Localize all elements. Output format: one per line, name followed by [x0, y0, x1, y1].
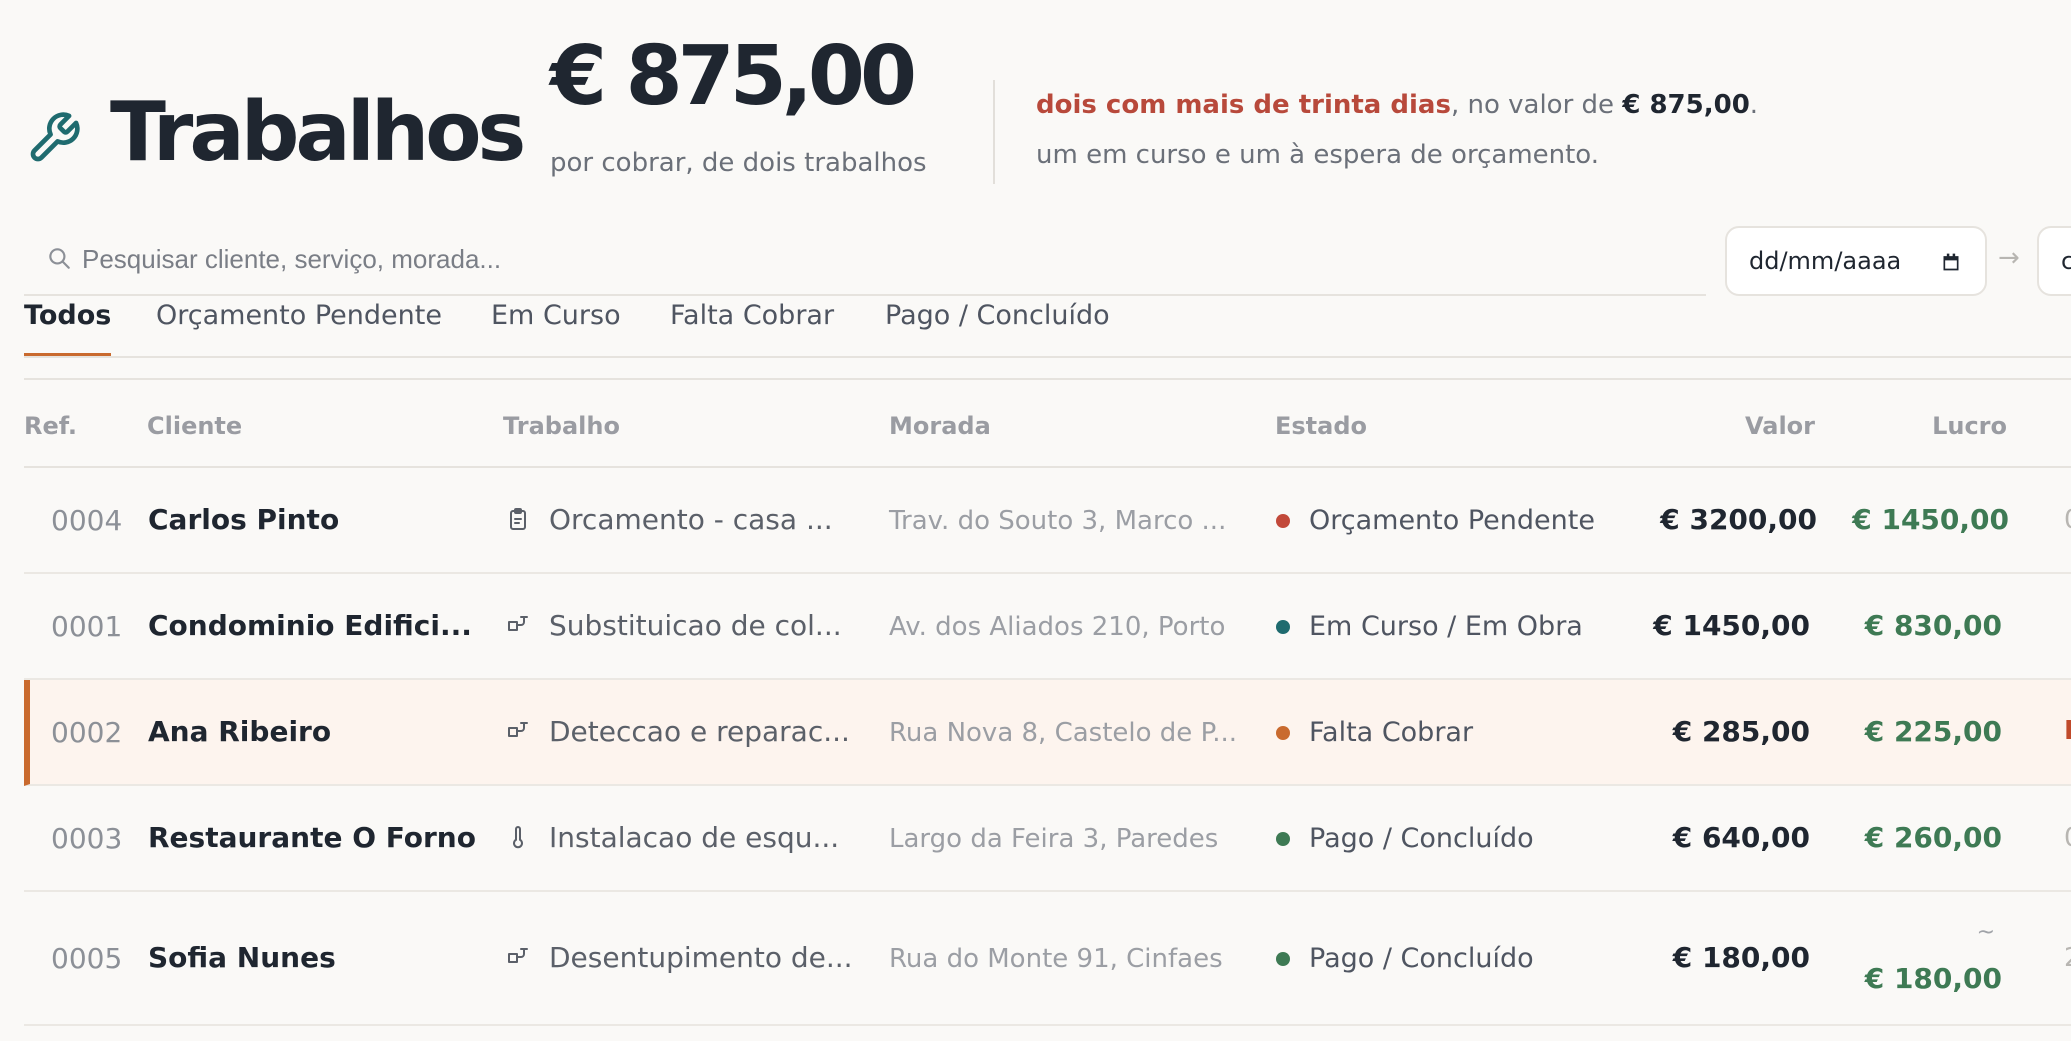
table-row[interactable]: 0004 Carlos Pinto Orcamento - casa ... T…	[24, 468, 2071, 574]
row-address: Rua Nova 8, Castelo de P...	[889, 718, 1237, 748]
row-address: Trav. do Souto 3, Marco ...	[889, 506, 1227, 536]
row-lucro: € 1450,00	[1852, 503, 2009, 536]
status-dot	[1276, 952, 1290, 966]
status-dot	[1276, 620, 1290, 634]
date-from-input[interactable]: dd/mm/aaaa	[1725, 226, 1987, 296]
table-row[interactable]: 0005 Sofia Nunes Desentupimento de... Ru…	[24, 892, 2071, 1026]
clipboard-icon	[510, 508, 526, 530]
row-valor: € 640,00	[1672, 821, 1810, 854]
tab-todos[interactable]: Todos	[24, 298, 112, 358]
status-dot	[1276, 832, 1290, 846]
row-valor: € 285,00	[1672, 715, 1810, 748]
search-icon	[49, 248, 70, 269]
row-lucro: € 830,00	[1864, 609, 2002, 642]
pipe-icon	[508, 722, 528, 737]
row-extra: H	[2064, 716, 2071, 746]
row-ref: 0004	[51, 504, 123, 537]
pipe-icon	[508, 948, 528, 963]
col-morada[interactable]: Morada	[889, 412, 991, 440]
status-summary: um em curso e um à espera de orçamento.	[1036, 140, 1600, 170]
row-client: Restaurante O Forno	[148, 821, 476, 854]
row-job: Substituicao de col...	[549, 609, 842, 642]
row-client: Condominio Edifici...	[148, 609, 472, 642]
col-trabalho[interactable]: Trabalho	[503, 412, 620, 440]
row-extra: 2	[2064, 943, 2071, 973]
date-to-input[interactable]: c	[2037, 226, 2071, 296]
row-address: Largo da Feira 3, Paredes	[889, 824, 1219, 854]
row-lucro-approx: ~	[1976, 920, 1995, 945]
calendar-icon[interactable]	[1941, 252, 1961, 272]
col-estado[interactable]: Estado	[1275, 412, 1367, 440]
table-row[interactable]: 0002 Ana Ribeiro Deteccao e reparac... R…	[24, 680, 2071, 786]
row-job: Desentupimento de...	[549, 941, 853, 974]
row-job: Orcamento - casa ...	[549, 503, 833, 536]
row-valor: € 1450,00	[1653, 609, 1810, 642]
row-state: Pago / Concluído	[1309, 823, 1534, 854]
row-state: Orçamento Pendente	[1309, 505, 1595, 536]
col-cliente[interactable]: Cliente	[147, 412, 242, 440]
col-valor[interactable]: Valor	[1745, 412, 1815, 440]
tab-em-curso[interactable]: Em Curso	[491, 298, 621, 358]
pipe-icon	[508, 616, 528, 631]
row-client: Ana Ribeiro	[148, 715, 332, 748]
tabs-divider	[24, 356, 2071, 358]
row-lucro: € 260,00	[1864, 821, 2002, 854]
overdue-summary: dois com mais de trinta dias, no valor d…	[1036, 90, 1759, 120]
status-dot	[1276, 726, 1290, 740]
col-lucro[interactable]: Lucro	[1932, 412, 2007, 440]
header-divider	[993, 80, 995, 184]
row-job: Instalacao de esqu...	[549, 821, 840, 854]
wrench-icon	[30, 112, 80, 162]
row-ref: 0005	[51, 942, 123, 975]
row-state: Em Curso / Em Obra	[1309, 611, 1583, 642]
overdue-amount: € 875,00	[1622, 90, 1750, 120]
row-valor: € 180,00	[1672, 941, 1810, 974]
row-ref: 0003	[51, 822, 123, 855]
search-input[interactable]	[82, 236, 1682, 282]
date-from-placeholder: dd/mm/aaaa	[1749, 247, 1902, 275]
page-title: Trabalhos	[110, 85, 526, 180]
status-dot	[1276, 514, 1290, 528]
date-range-arrow: →	[1998, 243, 2020, 273]
row-address: Av. dos Aliados 210, Porto	[889, 612, 1226, 642]
table-row[interactable]: 0001 Condominio Edifici... Substituicao …	[24, 574, 2071, 680]
outstanding-amount: € 875,00	[550, 29, 917, 124]
row-state: Falta Cobrar	[1309, 717, 1474, 748]
row-client: Carlos Pinto	[148, 503, 340, 536]
table-top-divider	[24, 378, 2071, 380]
date-to-placeholder: c	[2061, 247, 2071, 275]
row-job: Deteccao e reparac...	[549, 715, 850, 748]
thermometer-icon	[513, 826, 523, 849]
row-ref: 0001	[51, 610, 123, 643]
row-extra: 0	[2064, 505, 2071, 535]
tab-orcamento-pendente[interactable]: Orçamento Pendente	[156, 298, 442, 358]
outstanding-caption: por cobrar, de dois trabalhos	[550, 148, 927, 178]
col-ref[interactable]: Ref.	[24, 412, 77, 440]
row-extra: 0	[2064, 823, 2071, 853]
row-state: Pago / Concluído	[1309, 943, 1534, 974]
row-valor: € 3200,00	[1660, 503, 1817, 536]
tab-pago-concluido[interactable]: Pago / Concluído	[885, 298, 1110, 358]
row-lucro: € 180,00	[1864, 962, 2002, 995]
table-row[interactable]: 0003 Restaurante O Forno Instalacao de e…	[24, 786, 2071, 892]
row-lucro: € 225,00	[1864, 715, 2002, 748]
tab-falta-cobrar[interactable]: Falta Cobrar	[670, 298, 834, 358]
overdue-alert: dois com mais de trinta dias	[1036, 90, 1451, 120]
row-address: Rua do Monte 91, Cinfaes	[889, 944, 1223, 974]
row-client: Sofia Nunes	[148, 941, 336, 974]
row-ref: 0002	[51, 716, 123, 749]
